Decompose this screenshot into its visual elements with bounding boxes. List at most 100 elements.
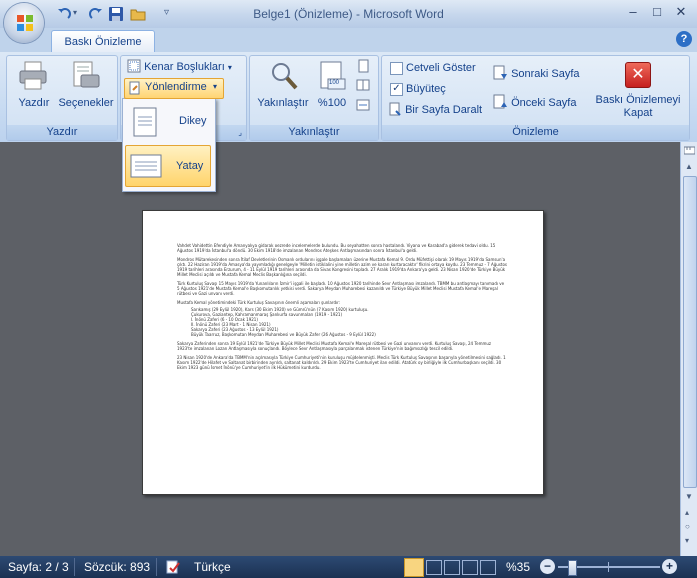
milestone-list: Sarıkamış (29 Eylül 1920), Kars (30 Ekim…: [191, 307, 507, 337]
page-width-icon[interactable]: [356, 98, 370, 112]
landscape-page-icon: [130, 154, 162, 178]
show-ruler-checkbox[interactable]: Cetveli Göster: [388, 59, 476, 77]
view-full-screen-icon[interactable]: [426, 560, 442, 575]
group-preview: Cetveli Göster ✓ Büyüteç Bir Sayfa Daral…: [381, 55, 690, 141]
paragraph-2: Mondros Mütarekesinden sonra İtilaf Devl…: [177, 257, 507, 277]
group-preview-label: Önizleme: [382, 125, 689, 140]
preview-page[interactable]: Vahdet Vahidettin Efendiyle Amanyalıya g…: [142, 210, 544, 495]
prev-page-button[interactable]: Önceki Sayfa: [492, 94, 576, 112]
orientation-icon: [129, 81, 140, 95]
close-preview-icon: ✕: [625, 62, 651, 88]
shrink-one-page-label: Bir Sayfa Daralt: [405, 104, 483, 116]
customize-toolbar-icon[interactable]: ▿: [164, 7, 169, 18]
options-label: Seçenekler: [58, 97, 114, 109]
print-label: Yazdır: [18, 97, 50, 109]
margins-dropdown-icon: ▾: [227, 63, 232, 72]
word-count[interactable]: Sözcük: 893: [84, 560, 150, 574]
prev-browse-icon[interactable]: ▴: [685, 508, 689, 517]
view-draft-icon[interactable]: [480, 560, 496, 575]
page-100-icon: [320, 61, 346, 90]
view-outline-icon[interactable]: [462, 560, 478, 575]
menu-item-landscape[interactable]: Yatay: [125, 145, 211, 187]
zoom-level[interactable]: %35: [506, 560, 530, 574]
print-options-button[interactable]: Seçenekler: [57, 59, 115, 114]
margins-icon: [127, 59, 141, 73]
undo-icon[interactable]: [56, 6, 72, 22]
paragraph-1: Vahdet Vahidettin Efendiyle Amanyalıya g…: [177, 243, 496, 253]
open-folder-icon[interactable]: [130, 6, 146, 22]
margins-label: Kenar Boşlukları: [144, 61, 225, 73]
portrait-page-icon: [133, 107, 157, 137]
next-browse-icon[interactable]: ▾: [685, 536, 689, 545]
help-icon[interactable]: ?: [676, 31, 692, 47]
ruler-toggle-icon[interactable]: [684, 145, 695, 156]
prev-page-icon: [493, 94, 507, 109]
one-page-icon[interactable]: [356, 59, 370, 73]
zoom-out-icon[interactable]: −: [540, 559, 555, 574]
show-ruler-check[interactable]: [390, 62, 403, 75]
page-100-icon-text: 100: [329, 80, 340, 86]
prev-page-label: Önceki Sayfa: [511, 97, 577, 109]
close-preview-button[interactable]: ✕ Baskı Önizlemeyi Kapat: [590, 59, 686, 121]
undo-dropdown-icon[interactable]: ▾: [73, 8, 77, 17]
menu-item-portrait[interactable]: Dikey: [125, 101, 211, 143]
save-icon[interactable]: [108, 6, 124, 22]
next-page-button[interactable]: Sonraki Sayfa: [492, 65, 580, 83]
zoom-label: Yakınlaştır: [257, 97, 309, 109]
view-print-layout-icon[interactable]: [404, 558, 424, 577]
magnifier-checkbox[interactable]: ✓ Büyüteç: [388, 80, 446, 98]
next-page-icon: [493, 65, 507, 80]
orientation-button[interactable]: Yönlendirme ▾: [124, 78, 224, 99]
zoom-button[interactable]: Yakınlaştır: [252, 59, 314, 114]
paragraph-5: Sakarya Zaferinden sonra 19 Eylül 1921'd…: [177, 341, 492, 351]
magnifier-label: Büyüteç: [406, 83, 446, 95]
print-button[interactable]: Yazdır: [13, 59, 53, 114]
proofing-icon[interactable]: [166, 560, 180, 574]
margins-button[interactable]: Kenar Boşlukları ▾: [127, 58, 232, 76]
landscape-label: Yatay: [176, 160, 204, 172]
status-divider: [74, 558, 75, 576]
view-web-layout-icon[interactable]: [444, 560, 460, 575]
redo-icon[interactable]: [88, 6, 104, 22]
scroll-down-icon[interactable]: ▼: [685, 492, 693, 501]
maximize-button[interactable]: □: [646, 3, 668, 21]
shrink-page-icon: [389, 102, 401, 116]
orientation-dropdown-icon: ▾: [213, 82, 218, 91]
orientation-menu: Dikey Yatay: [122, 98, 216, 192]
portrait-label: Dikey: [179, 115, 207, 127]
scroll-up-icon[interactable]: ▲: [685, 162, 693, 171]
office-button[interactable]: [4, 3, 44, 43]
dialog-launcher-icon[interactable]: ⌟: [238, 128, 242, 137]
show-ruler-label: Cetveli Göster: [406, 62, 476, 74]
paragraph-4: Mustafa Kemal yönetimindeki Türk Kurtulu…: [177, 300, 341, 305]
window-title: Belge1 (Önizleme) - Microsoft Word: [253, 7, 444, 21]
scroll-thumb[interactable]: [683, 176, 697, 488]
close-preview-label-2: Kapat: [623, 107, 653, 119]
paragraph-3: Türk Kurtuluş Savaşı 15 Mayıs 1919'da Yu…: [177, 281, 505, 296]
browse-object-icon[interactable]: ○: [685, 522, 690, 531]
vertical-scrollbar[interactable]: ▲ ▼ ▴ ○ ▾: [680, 142, 697, 556]
zoom-slider-thumb[interactable]: [568, 560, 577, 576]
magnifier-icon: [272, 63, 298, 90]
close-preview-label-1: Baskı Önizlemeyi: [595, 94, 681, 106]
tab-print-preview[interactable]: Baskı Önizleme: [51, 30, 155, 53]
list-item: Büyük Taarruz, Başkomutan Meydan Muhareb…: [191, 332, 376, 337]
group-print: Yazdır Seçenekler Yazdır: [6, 55, 118, 141]
page-content: Vahdet Vahidettin Efendiyle Amanyalıya g…: [177, 243, 507, 370]
magnifier-check-icon[interactable]: ✓: [390, 83, 403, 96]
zoom-in-icon[interactable]: +: [662, 559, 677, 574]
close-window-button[interactable]: ✕: [670, 3, 692, 21]
zoom-100-button[interactable]: 100 %100: [314, 59, 350, 114]
shrink-one-page-button[interactable]: Bir Sayfa Daralt: [388, 101, 482, 119]
office-logo-icon: [17, 15, 33, 31]
orientation-label: Yönlendirme: [145, 81, 207, 93]
print-options-icon: [73, 61, 100, 88]
two-pages-icon[interactable]: [356, 78, 370, 92]
page-indicator[interactable]: Sayfa: 2 / 3: [8, 560, 69, 574]
status-bar: Sayfa: 2 / 3 Sözcük: 893 Türkçe %35 − +: [0, 556, 697, 578]
group-zoom: Yakınlaştır 100 %100 Yakınlaştır: [249, 55, 379, 141]
printer-icon: [19, 61, 47, 90]
minimize-button[interactable]: –: [622, 3, 644, 21]
zoom-100-label: %100: [317, 97, 347, 109]
language-indicator[interactable]: Türkçe: [194, 560, 231, 574]
